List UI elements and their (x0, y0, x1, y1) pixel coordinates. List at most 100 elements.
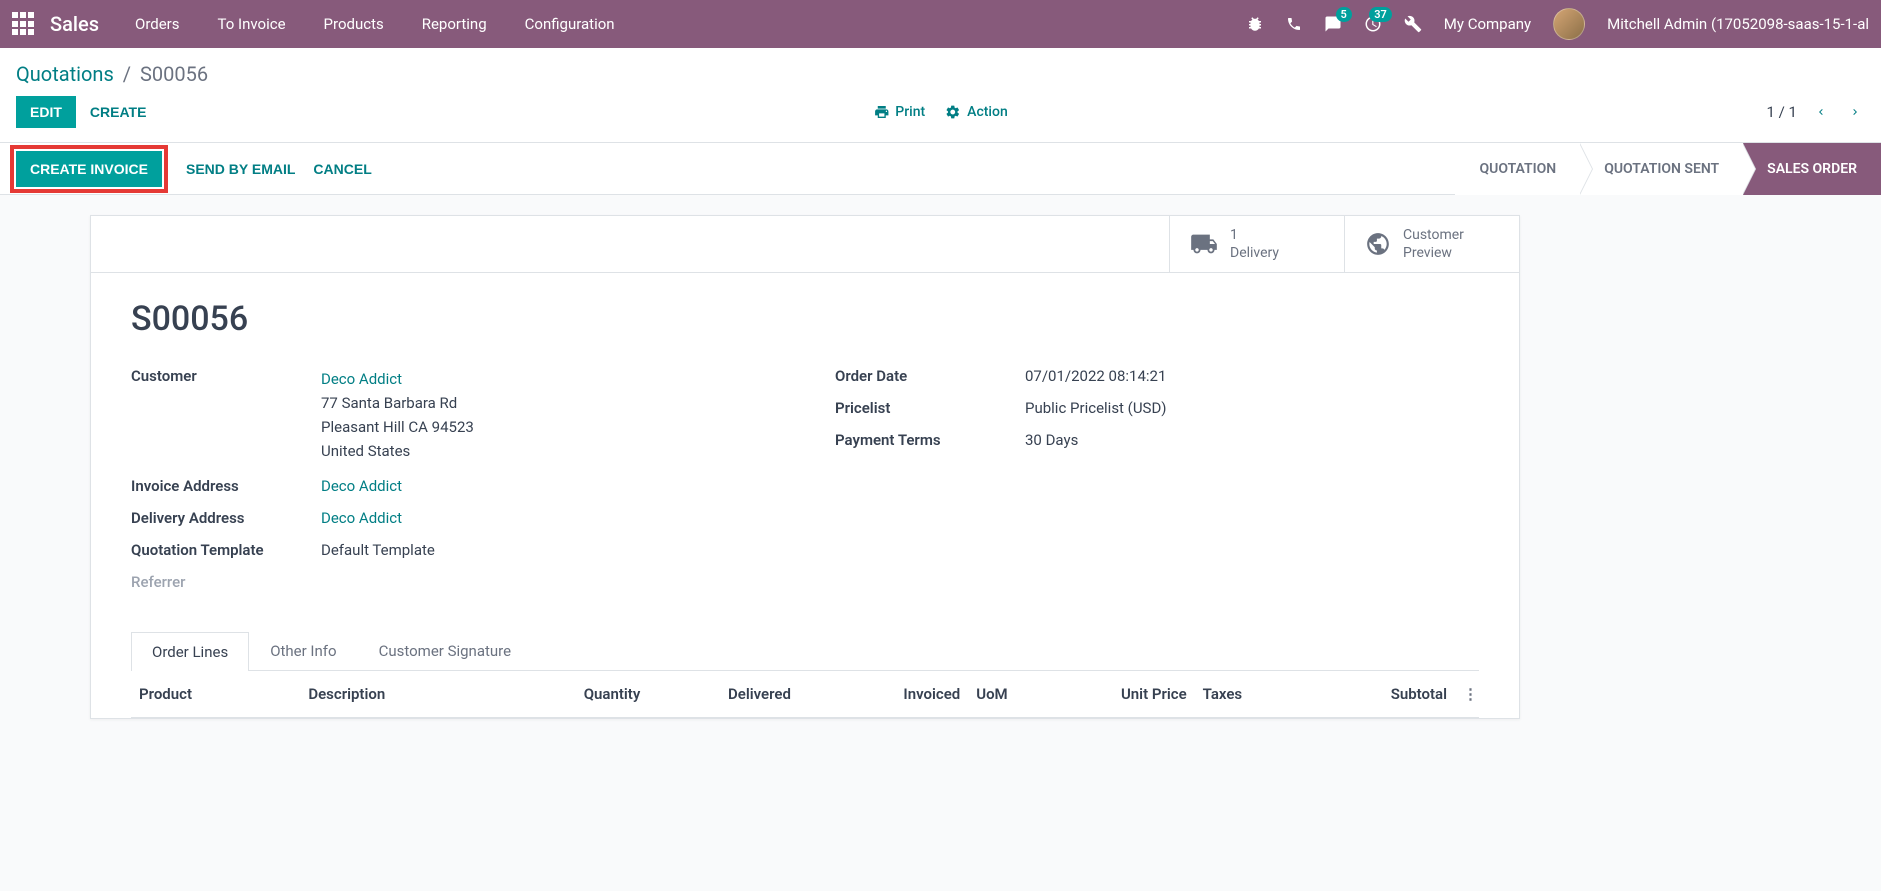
create-invoice-button[interactable]: CREATE INVOICE (16, 151, 162, 187)
globe-icon (1365, 231, 1391, 257)
order-date-value: 07/01/2022 08:14:21 (1025, 367, 1479, 385)
pricelist-label: Pricelist (835, 399, 1025, 417)
company-selector[interactable]: My Company (1444, 15, 1531, 33)
referrer-label: Referrer (131, 573, 321, 591)
customer-name-link[interactable]: Deco Addict (321, 367, 775, 391)
tab-customer-signature[interactable]: Customer Signature (358, 631, 533, 670)
app-name[interactable]: Sales (50, 12, 99, 36)
pager-prev[interactable] (1811, 99, 1831, 125)
breadcrumb-separator: / (123, 62, 131, 86)
chevron-right-icon (1849, 103, 1861, 121)
avatar[interactable] (1553, 8, 1585, 40)
status-bar: CREATE INVOICE SEND BY EMAIL CANCEL QUOT… (0, 143, 1881, 195)
messages-badge: 5 (1336, 7, 1352, 22)
print-label: Print (895, 104, 925, 120)
quotation-template-label: Quotation Template (131, 541, 321, 559)
nav-configuration[interactable]: Configuration (525, 15, 615, 33)
sheet-body: S00056 Customer Deco Addict 77 Santa Bar… (91, 273, 1519, 631)
gear-icon (945, 104, 961, 120)
invoice-address-link[interactable]: Deco Addict (321, 477, 402, 495)
highlight-box: CREATE INVOICE (10, 145, 168, 193)
customer-value: Deco Addict 77 Santa Barbara Rd Pleasant… (321, 367, 775, 463)
col-product: Product (131, 685, 300, 703)
delivery-stat-button[interactable]: 1 Delivery (1169, 216, 1344, 272)
kebab-icon[interactable]: ⋮ (1455, 685, 1479, 703)
fields-col-left: Customer Deco Addict 77 Santa Barbara Rd… (131, 367, 775, 605)
payment-terms-label: Payment Terms (835, 431, 1025, 449)
breadcrumb-parent[interactable]: Quotations (16, 62, 114, 86)
print-button[interactable]: Print (873, 104, 925, 120)
edit-button[interactable]: EDIT (16, 96, 76, 128)
send-by-email-button[interactable]: SEND BY EMAIL (186, 161, 295, 177)
nav-menu: Orders To Invoice Products Reporting Con… (135, 15, 615, 33)
tab-order-lines[interactable]: Order Lines (131, 632, 249, 671)
tab-other-info[interactable]: Other Info (249, 631, 357, 670)
breadcrumb: Quotations / S00056 (16, 62, 208, 86)
nav-reporting[interactable]: Reporting (422, 15, 487, 33)
nav-orders[interactable]: Orders (135, 15, 180, 33)
pager: 1 / 1 (1767, 99, 1866, 125)
customer-country: United States (321, 439, 775, 463)
col-subtotal: Subtotal (1383, 685, 1455, 703)
col-taxes: Taxes (1195, 685, 1383, 703)
activities-icon[interactable]: 37 (1364, 15, 1382, 33)
pricelist-value: Public Pricelist (USD) (1025, 399, 1479, 417)
activities-badge: 37 (1369, 7, 1392, 22)
breadcrumb-current: S00056 (140, 62, 208, 86)
nav-to-invoice[interactable]: To Invoice (218, 15, 286, 33)
quotation-template-value: Default Template (321, 541, 775, 559)
form-sheet: 1 Delivery Customer Preview S00056 Cu (90, 215, 1520, 719)
col-unit-price: Unit Price (1072, 685, 1195, 703)
truck-icon (1190, 230, 1218, 258)
payment-terms-value: 30 Days (1025, 431, 1479, 449)
create-button[interactable]: CREATE (76, 96, 161, 128)
delivery-address-link[interactable]: Deco Addict (321, 509, 402, 527)
pager-text: 1 / 1 (1767, 103, 1798, 121)
customer-city: Pleasant Hill CA 94523 (321, 415, 775, 439)
order-date-label: Order Date (835, 367, 1025, 385)
breadcrumb-row: Quotations / S00056 (0, 48, 1881, 88)
col-description: Description (300, 685, 507, 703)
delivery-label: Delivery (1230, 244, 1279, 262)
phone-icon[interactable] (1286, 16, 1302, 32)
status-step-sales-order[interactable]: SALES ORDER (1743, 143, 1881, 195)
col-delivered: Delivered (648, 685, 799, 703)
table-header: Product Description Quantity Delivered I… (131, 671, 1479, 718)
customer-label: Customer (131, 367, 321, 385)
topbar-right: 5 37 My Company Mitchell Admin (17052098… (1246, 8, 1869, 40)
user-menu[interactable]: Mitchell Admin (17052098-saas-15-1-al (1607, 15, 1869, 33)
delivery-address-label: Delivery Address (131, 509, 321, 527)
tab-bar: Order Lines Other Info Customer Signatur… (131, 631, 1479, 671)
top-navbar: Sales Orders To Invoice Products Reporti… (0, 0, 1881, 48)
center-actions: Print Action (873, 104, 1007, 120)
pager-next[interactable] (1845, 99, 1865, 125)
preview-line1: Customer (1403, 226, 1464, 244)
apps-icon[interactable] (12, 12, 36, 36)
preview-line2: Preview (1403, 244, 1464, 262)
cancel-button[interactable]: CANCEL (313, 161, 371, 177)
status-steps: QUOTATION QUOTATION SENT SALES ORDER (1455, 143, 1881, 195)
fields-row: Customer Deco Addict 77 Santa Barbara Rd… (131, 367, 1479, 605)
chevron-left-icon (1815, 103, 1827, 121)
status-step-quotation[interactable]: QUOTATION (1455, 143, 1580, 195)
print-icon (873, 104, 889, 120)
customer-street: 77 Santa Barbara Rd (321, 391, 775, 415)
status-step-quotation-sent[interactable]: QUOTATION SENT (1580, 143, 1743, 195)
delivery-count: 1 (1230, 226, 1279, 244)
col-uom: UoM (968, 685, 1072, 703)
order-name: S00056 (131, 299, 1479, 339)
fields-col-right: Order Date 07/01/2022 08:14:21 Pricelist… (835, 367, 1479, 605)
status-buttons: CREATE INVOICE SEND BY EMAIL CANCEL (16, 145, 372, 193)
invoice-address-label: Invoice Address (131, 477, 321, 495)
messages-icon[interactable]: 5 (1324, 15, 1342, 33)
nav-products[interactable]: Products (324, 15, 384, 33)
tools-icon[interactable] (1404, 15, 1422, 33)
bug-icon[interactable] (1246, 15, 1264, 33)
content-area: 1 Delivery Customer Preview S00056 Cu (0, 215, 1881, 719)
controls-row: EDIT CREATE Print Action 1 / 1 (0, 88, 1881, 143)
action-label: Action (967, 104, 1008, 120)
action-button[interactable]: Action (945, 104, 1008, 120)
tabs: Order Lines Other Info Customer Signatur… (91, 631, 1519, 718)
stat-buttons: 1 Delivery Customer Preview (91, 216, 1519, 273)
customer-preview-button[interactable]: Customer Preview (1344, 216, 1519, 272)
